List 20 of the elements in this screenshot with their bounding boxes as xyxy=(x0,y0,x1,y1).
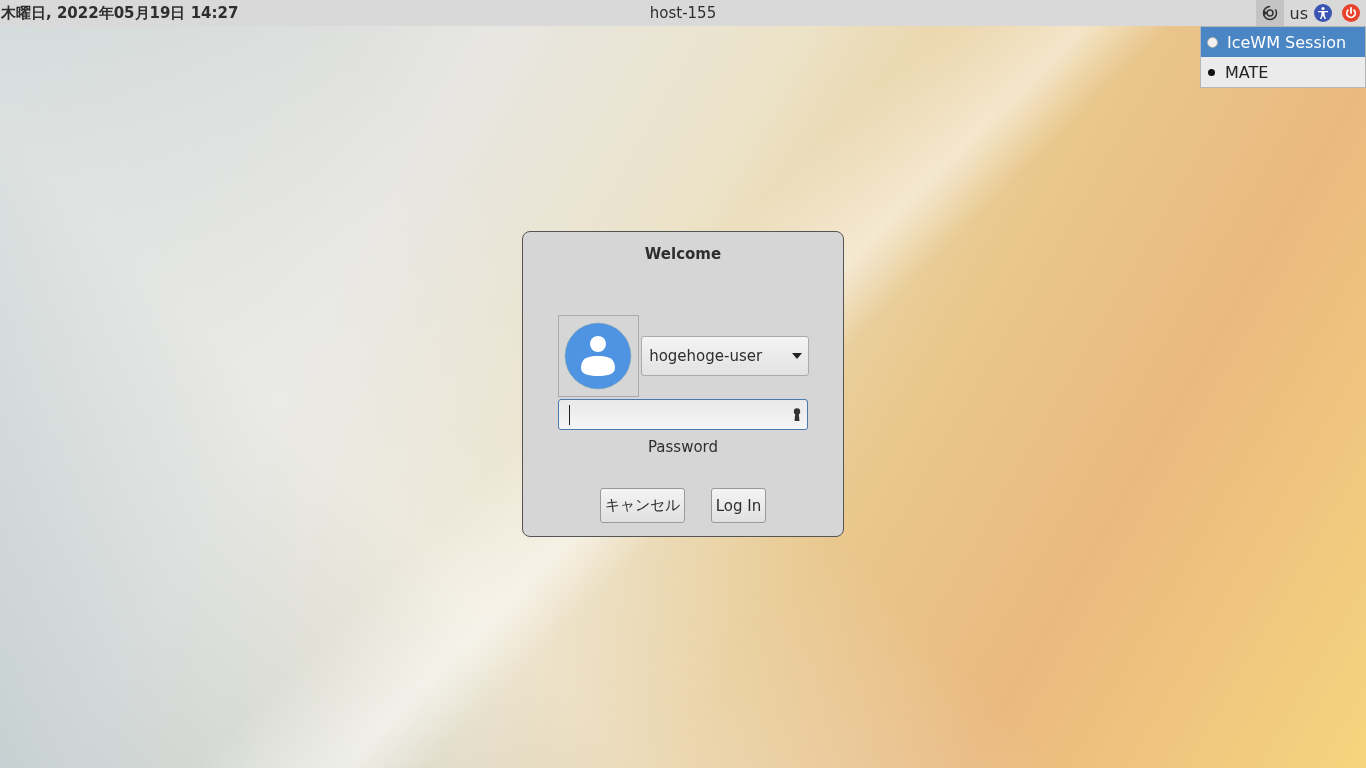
password-label: Password xyxy=(647,438,719,456)
session-label: IceWM Session xyxy=(1227,32,1347,52)
session-button[interactable] xyxy=(1255,0,1284,26)
session-menu-item[interactable]: IceWM Session xyxy=(1201,27,1365,57)
keyboard-layout[interactable]: us xyxy=(1287,3,1310,23)
password-field[interactable] xyxy=(558,399,808,430)
keyhole-icon xyxy=(793,408,801,421)
cancel-button[interactable]: キャンセル xyxy=(599,488,685,523)
user-dropdown[interactable]: hogehoge-user xyxy=(641,336,809,376)
session-label: MATE xyxy=(1225,62,1269,82)
hostname: host-155 xyxy=(649,4,717,22)
clock: 木曜日, 2022年05月19日 14:27 xyxy=(0,3,239,23)
caret-icon xyxy=(791,353,802,359)
session-icon xyxy=(1261,5,1278,21)
power-icon[interactable] xyxy=(1342,4,1360,22)
login-button[interactable]: Log In xyxy=(710,488,767,523)
session-menu-item[interactable]: MATE xyxy=(1201,57,1365,87)
user-avatar-icon xyxy=(564,322,633,390)
accessibility-icon[interactable] xyxy=(1314,4,1332,22)
dialog-title: Welcome xyxy=(644,245,722,263)
